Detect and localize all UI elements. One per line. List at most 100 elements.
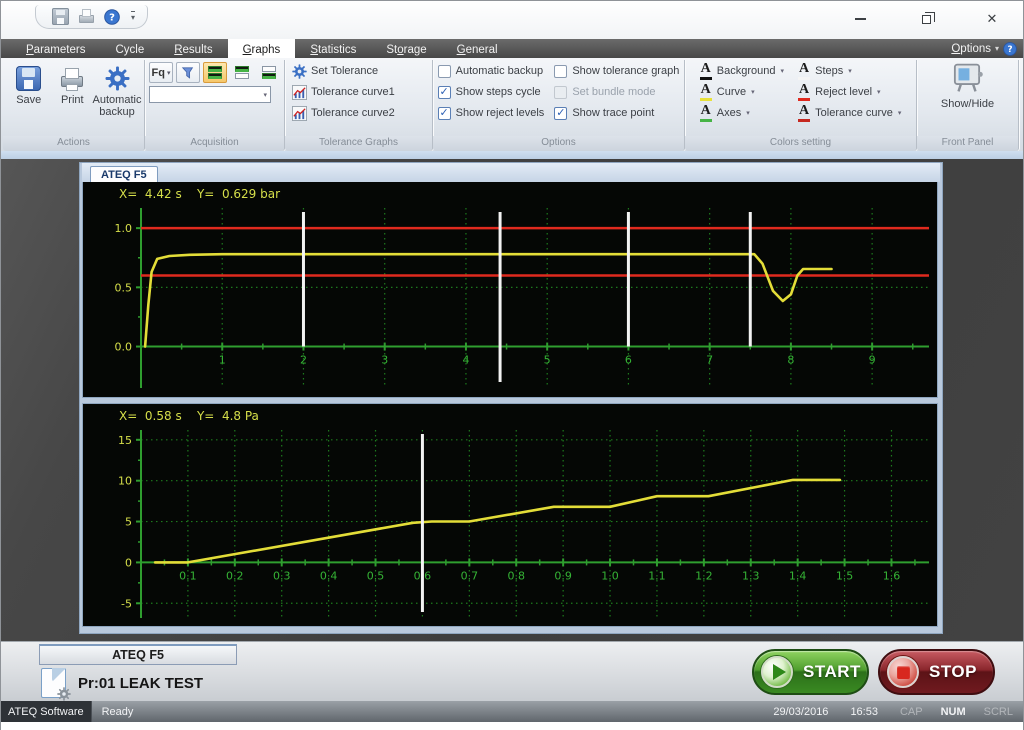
tab-results[interactable]: Results [159,39,227,58]
group-actions: SavePrintAutomatic backup Actions [3,60,145,151]
pressure-chart[interactable]: 1234567890.00.51.0X= 4.42 s Y= 0.629 bar [82,182,938,398]
svg-text:5: 5 [544,354,551,367]
close-button[interactable]: ✕ [979,9,1005,29]
color-swatch-icon: A [700,104,712,122]
quick-help-icon[interactable] [104,9,120,25]
color-curve-button[interactable]: ACurve▾ [700,83,784,100]
group-acquisition-label: Acquisition [145,136,284,151]
options-caret-icon: ▾ [995,44,999,53]
group-colors-label: Colors setting [685,136,916,151]
quick-access-customize-icon[interactable]: ▾ [131,11,135,22]
view-top-chart-button[interactable] [230,62,254,83]
color-swatch-icon: A [798,104,810,122]
save-button[interactable]: Save [7,63,51,133]
group-acquisition: Fq ▾ [145,60,285,151]
play-icon [761,656,793,688]
button-label: Tolerance curve2 [311,107,395,119]
checkbox-label: Show reject levels [456,107,545,119]
button-label: Save [16,94,41,106]
tolerance-curve2-button[interactable]: Tolerance curve2 [289,104,428,122]
program-label: Pr:01 LEAK TEST [78,675,203,692]
tab-graphs[interactable]: Graphs [228,39,296,58]
svg-text:5: 5 [125,516,132,529]
svg-text:0: 0 [125,556,132,569]
quick-print-icon[interactable] [78,8,95,25]
quick-save-icon[interactable] [52,8,69,25]
svg-text:0.1: 0.1 [179,569,197,582]
color-tolerance-curve-button[interactable]: ATolerance curve▾ [798,104,901,121]
front-panel-icon [950,62,984,94]
leak-chart[interactable]: 0.10.20.30.40.50.60.70.80.91.01.11.21.31… [82,403,938,627]
tab-storage[interactable]: Storage [371,39,441,58]
checkbox-icon [554,86,567,99]
print-button[interactable]: Print [51,63,95,133]
tab-cycle[interactable]: Cycle [100,39,159,58]
fq-button[interactable]: Fq ▾ [149,62,173,83]
show-hide-button[interactable]: Show/Hide [941,62,994,110]
view-both-charts-button[interactable] [203,62,227,83]
checkbox-show-tolerance-graph[interactable]: Show tolerance graph [554,63,679,79]
start-button[interactable]: START [752,649,869,695]
funnel-icon [181,66,195,80]
options-menu[interactable]: Options [951,43,991,55]
svg-text:0.0: 0.0 [115,341,133,354]
checkbox-set-bundle-mode[interactable]: Set bundle mode [554,84,679,100]
filter-button[interactable] [176,62,200,83]
fq-label: Fq [152,67,165,79]
checkbox-column: Automatic backup ✓Show steps cycle ✓Show r… [438,63,545,133]
program-document-icon[interactable] [41,668,66,698]
checkbox-automatic-backup[interactable]: Automatic backup [438,63,545,79]
color-column: ABackground▾ A Curve ▾ AAxes▾ [700,62,784,133]
window-bottom-edge [1,722,1023,730]
automatic-backup-button[interactable]: Automatic backup [94,63,140,133]
svg-text:0.9: 0.9 [554,569,572,582]
svg-text:0.8: 0.8 [507,569,525,582]
color-label: Curve [717,86,746,98]
keyboard-indicators: CAPNUMSCRL [900,706,1013,718]
chart-panel-tabstrip: ATEQ F5 [82,163,940,182]
restore-button[interactable] [913,9,939,29]
svg-text:10: 10 [118,475,132,488]
svg-text:1.5: 1.5 [836,569,854,582]
instrument-tab[interactable]: ATEQ F5 [39,644,237,665]
printer-icon [59,66,85,91]
color-caret-icon: ▾ [781,67,785,75]
tab-general[interactable]: General [442,39,513,58]
checkbox-show-steps-cycle[interactable]: ✓Show steps cycle [438,84,545,100]
tolerance-chart-icon [292,85,307,100]
ribbon-tabs: ParametersCycleResultsGraphsStatisticsSt… [11,39,513,58]
chart-panel-tab[interactable]: ATEQ F5 [90,166,158,182]
set-tolerance-button[interactable]: Set Tolerance [289,62,428,80]
color-steps-button[interactable]: ASteps▾ [798,62,901,79]
view-bottom-chart-button[interactable] [257,62,281,83]
svg-text:0.5: 0.5 [115,281,133,294]
color-caret-icon: ▾ [877,88,881,96]
help-icon[interactable] [1003,42,1017,56]
stop-button[interactable]: STOP [878,649,995,695]
svg-text:7: 7 [706,354,713,367]
color-swatch-icon: A [798,83,810,101]
tab-parameters[interactable]: Parameters [11,39,100,58]
tab-statistics[interactable]: Statistics [295,39,371,58]
svg-text:2: 2 [300,354,307,367]
acquisition-combobox[interactable]: ▾ [149,86,271,103]
color-axes-button[interactable]: AAxes▾ [700,104,784,121]
button-label: Tolerance curve1 [311,86,395,98]
floppy-icon [16,66,41,91]
checkbox-show-reject-levels[interactable]: ✓Show reject levels [438,105,545,121]
button-label: Set Tolerance [311,65,378,77]
minimize-button[interactable] [847,9,873,29]
window-controls: ✕ [847,9,1005,29]
checkbox-show-trace-point[interactable]: ✓Show trace point [554,105,679,121]
color-background-button[interactable]: ABackground▾ [700,62,784,79]
ribbon: SavePrintAutomatic backup Actions Fq ▾ [1,58,1023,151]
tolerance-curve1-button[interactable]: Tolerance curve1 [289,83,428,101]
app-name: ATEQ Software [1,701,92,722]
color-reject-level-button[interactable]: AReject level▾ [798,83,901,100]
svg-text:1.2: 1.2 [695,569,713,582]
bottom-control-bar: ATEQ F5 Pr:01 LEAK TEST START STOP [1,641,1023,701]
svg-text:1.4: 1.4 [789,569,807,582]
color-swatch-icon: A [700,83,712,101]
leak-chart-svg: 0.10.20.30.40.50.60.70.80.91.01.11.21.31… [83,404,939,626]
gear-icon [105,66,130,91]
